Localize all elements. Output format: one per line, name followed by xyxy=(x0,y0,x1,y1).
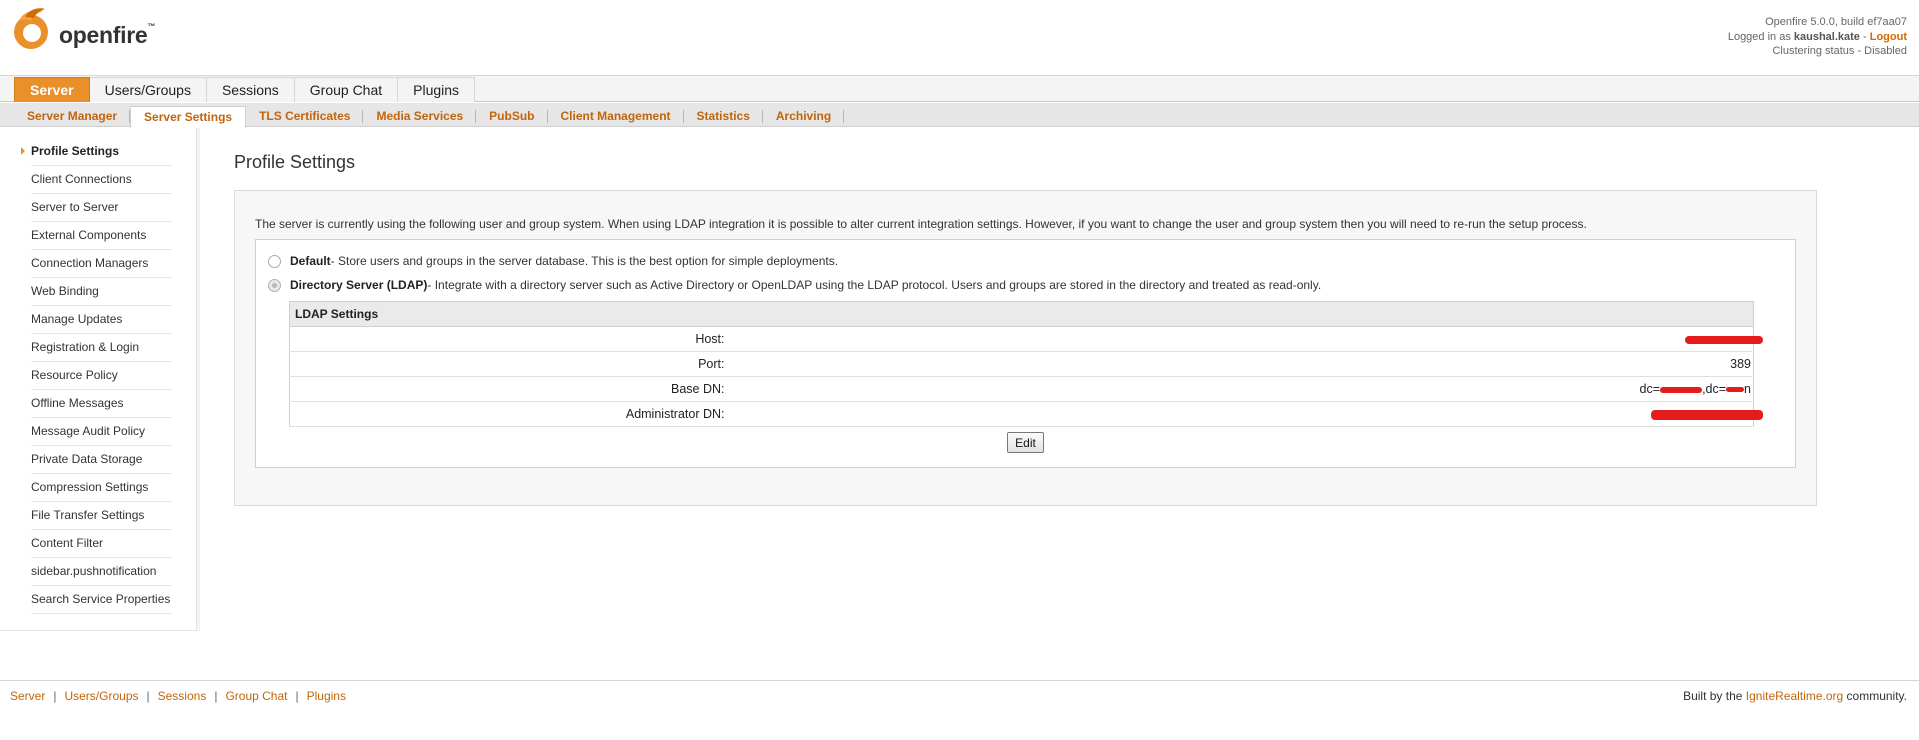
sidebar-item-search-service-properties[interactable]: Search Service Properties xyxy=(31,586,172,614)
default-option-row[interactable]: Default - Store users and groups in the … xyxy=(268,254,838,268)
sub-nav: Server Manager Server Settings TLS Certi… xyxy=(0,103,1919,128)
admin-dn-value xyxy=(726,401,1763,427)
redaction-mark xyxy=(1651,409,1763,420)
tab-plugins[interactable]: Plugins xyxy=(398,77,476,102)
openfire-logo-icon[interactable] xyxy=(9,7,53,51)
table-row: Host: xyxy=(289,326,1763,352)
header: openfire™ Openfire 5.0.0, build ef7aa07 … xyxy=(0,0,1919,75)
table-row: Base DN: dc= ,dc= n xyxy=(289,376,1754,402)
footer-links: Server | Users/Groups | Sessions | Group Chat |… xyxy=(10,689,346,703)
logo-text: openfire™ xyxy=(59,22,156,48)
footer-link-group-chat[interactable]: Group Chat xyxy=(225,689,287,703)
host-label: Host: xyxy=(289,326,727,352)
admin-dn-label: Administrator DN: xyxy=(289,401,727,427)
sidebar-divider xyxy=(197,128,200,631)
arrow-right-icon xyxy=(21,147,25,155)
redaction-mark xyxy=(1726,387,1745,393)
footer-credit: Built by the IgniteRealtime.org communit… xyxy=(1683,689,1907,703)
sidebar-item-resource-policy[interactable]: Resource Policy xyxy=(31,362,172,390)
footer-link-users-groups[interactable]: Users/Groups xyxy=(64,689,138,703)
sidebar-item-client-connections[interactable]: Client Connections xyxy=(31,166,172,194)
tab-group-chat[interactable]: Group Chat xyxy=(294,77,399,102)
clustering-status: Clustering status - Disabled xyxy=(1772,45,1907,57)
subtab-archiving[interactable]: Archiving xyxy=(763,106,845,127)
sidebar-item-file-transfer-settings[interactable]: File Transfer Settings xyxy=(31,502,172,530)
redaction-mark xyxy=(1685,335,1763,344)
footer-link-server[interactable]: Server xyxy=(10,689,45,703)
subtab-media-services[interactable]: Media Services xyxy=(363,106,476,127)
subtab-server-settings[interactable]: Server Settings xyxy=(130,106,247,128)
host-value xyxy=(726,326,1763,352)
table-row: Administrator DN: xyxy=(289,401,1763,427)
table-row: Port: 389 xyxy=(289,351,1754,377)
sidebar-item-connection-managers[interactable]: Connection Managers xyxy=(31,250,172,278)
sidebar-item-manage-updates[interactable]: Manage Updates xyxy=(31,306,172,334)
sidebar: Profile Settings Client Connections Serv… xyxy=(0,128,197,631)
default-radio[interactable] xyxy=(268,254,281,268)
tab-server[interactable]: Server xyxy=(14,77,90,102)
ignite-realtime-link[interactable]: IgniteRealtime.org xyxy=(1746,689,1843,703)
base-dn-label: Base DN: xyxy=(289,376,727,402)
sidebar-item-web-binding[interactable]: Web Binding xyxy=(31,278,172,306)
subtab-statistics[interactable]: Statistics xyxy=(684,106,764,127)
subtab-client-management[interactable]: Client Management xyxy=(548,106,684,127)
sidebar-item-compression-settings[interactable]: Compression Settings xyxy=(31,474,172,502)
subtab-tls-certificates[interactable]: TLS Certificates xyxy=(246,106,364,127)
footer-link-plugins[interactable]: Plugins xyxy=(307,689,346,703)
subtab-pubsub[interactable]: PubSub xyxy=(476,106,548,127)
page-title: Profile Settings xyxy=(234,152,356,172)
tab-users-groups[interactable]: Users/Groups xyxy=(89,77,207,102)
sidebar-item-content-filter[interactable]: Content Filter xyxy=(31,530,172,558)
footer-link-sessions[interactable]: Sessions xyxy=(158,689,207,703)
port-value: 389 xyxy=(726,351,1754,377)
redaction-mark xyxy=(1660,386,1703,393)
sidebar-item-profile-settings[interactable]: Profile Settings xyxy=(21,138,172,166)
sidebar-item-private-data-storage[interactable]: Private Data Storage xyxy=(31,446,172,474)
user-info: Openfire 5.0.0, build ef7aa07 Logged in … xyxy=(1728,15,1907,59)
logged-in-line: Logged in as kaushal.kate - Logout xyxy=(1727,30,1907,43)
ldap-option-row[interactable]: Directory Server (LDAP) - Integrate with… xyxy=(268,278,1321,292)
user-group-system-box: Default - Store users and groups in the … xyxy=(255,239,1796,468)
sidebar-item-server-to-server[interactable]: Server to Server xyxy=(31,194,172,222)
sidebar-item-registration-login[interactable]: Registration & Login xyxy=(31,334,172,362)
main-nav: Server Users/Groups Sessions Group Chat … xyxy=(0,75,1919,102)
port-label: Port: xyxy=(289,351,727,377)
base-dn-value: dc= ,dc= n xyxy=(726,376,1754,402)
subtab-server-manager[interactable]: Server Manager xyxy=(14,106,131,127)
sidebar-item-pushnotification[interactable]: sidebar.pushnotification xyxy=(31,558,172,586)
profile-settings-panel: The server is currently using the follow… xyxy=(234,190,1817,506)
panel-description: The server is currently using the follow… xyxy=(255,217,1587,231)
version-text: Openfire 5.0.0, build ef7aa07 xyxy=(1765,16,1907,28)
sidebar-item-message-audit-policy[interactable]: Message Audit Policy xyxy=(31,418,172,446)
sidebar-item-offline-messages[interactable]: Offline Messages xyxy=(31,390,172,418)
ldap-radio[interactable] xyxy=(268,278,281,292)
edit-button[interactable]: Edit xyxy=(1007,432,1044,453)
ldap-settings-heading: LDAP Settings xyxy=(289,301,1754,327)
ldap-settings-table: LDAP Settings Host: Port: 389 Base DN: d… xyxy=(289,301,1763,427)
username: kaushal.kate xyxy=(1793,30,1860,43)
tab-sessions[interactable]: Sessions xyxy=(206,77,295,102)
footer: Server | Users/Groups | Sessions | Group Chat |… xyxy=(0,680,1919,710)
logout-link[interactable]: Logout xyxy=(1870,31,1907,43)
sidebar-item-external-components[interactable]: External Components xyxy=(31,222,172,250)
